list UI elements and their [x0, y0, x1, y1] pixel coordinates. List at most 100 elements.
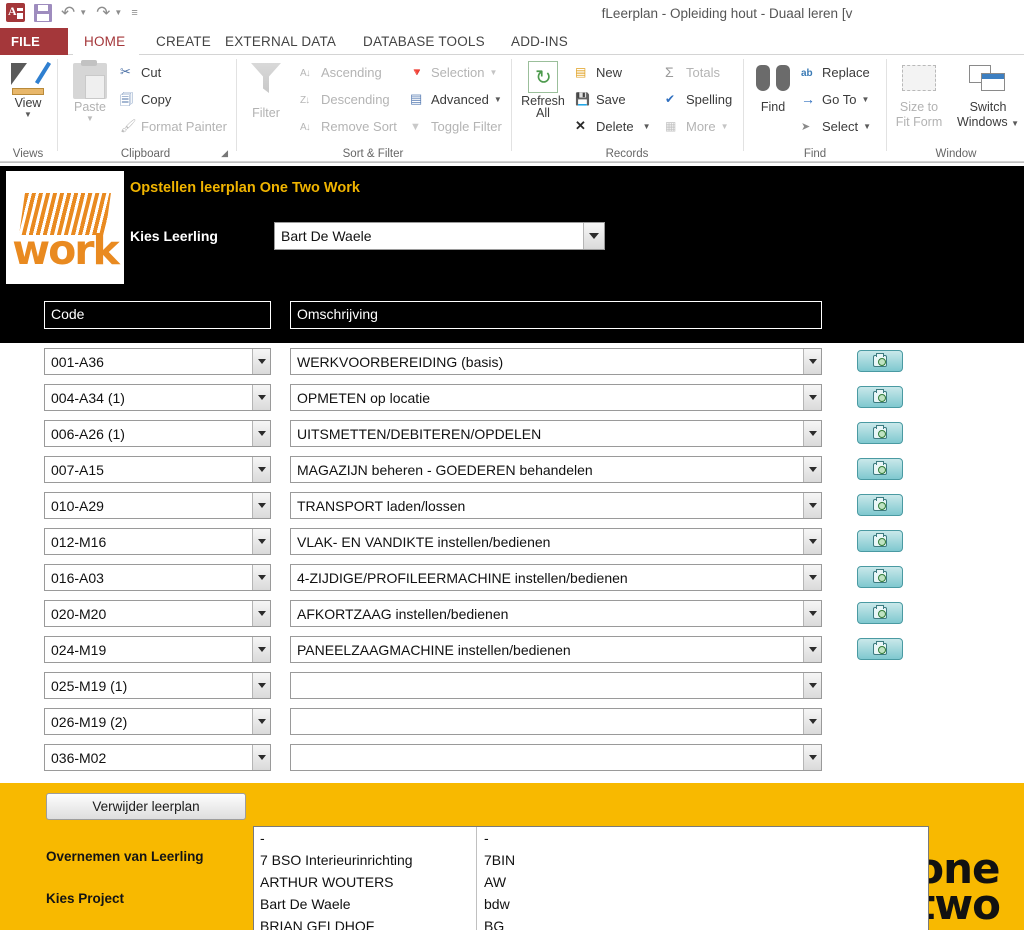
row-code-combobox[interactable]: 010-A29 [44, 492, 271, 519]
dropdown-list-item[interactable]: -- [254, 827, 928, 849]
row-photo-button[interactable] [857, 458, 903, 480]
row-code-combobox[interactable]: 007-A15 [44, 456, 271, 483]
chevron-down-icon[interactable]: ▼ [721, 122, 729, 131]
row-photo-button[interactable] [857, 602, 903, 624]
redo-dropdown-icon[interactable]: ▼ [114, 8, 122, 17]
descending-button[interactable]: Descending [300, 91, 390, 107]
chevron-down-icon[interactable] [803, 601, 821, 626]
row-code-combobox[interactable]: 025-M19 (1) [44, 672, 271, 699]
verwijder-leerplan-button[interactable]: Verwijder leerplan [46, 793, 246, 820]
row-code-combobox[interactable]: 001-A36 [44, 348, 271, 375]
tab-create[interactable]: CREATE [145, 28, 222, 55]
row-code-combobox[interactable]: 016-A03 [44, 564, 271, 591]
filter-button[interactable]: Filter [238, 59, 294, 120]
chevron-down-icon[interactable]: ▼ [861, 95, 869, 104]
advanced-button[interactable]: Advanced ▼ [410, 91, 502, 107]
chevron-down-icon[interactable] [803, 745, 821, 770]
row-omschrijving-combobox[interactable] [290, 672, 822, 699]
cut-button[interactable]: Cut [120, 64, 161, 80]
row-photo-button[interactable] [857, 566, 903, 588]
selection-button[interactable]: Selection ▼ [410, 64, 497, 80]
paste-button[interactable]: Paste ▼ [62, 59, 118, 123]
chevron-down-icon[interactable] [803, 709, 821, 734]
spelling-button[interactable]: Spelling [665, 91, 732, 107]
chevron-down-icon[interactable] [252, 349, 270, 374]
chevron-down-icon[interactable] [803, 385, 821, 410]
select-button[interactable]: Select ▼ [801, 118, 871, 134]
leerling-dropdown-list[interactable]: --7 BSO Interieurinrichting 7BIN ARTHUR WO… [253, 826, 929, 930]
row-code-combobox[interactable]: 006-A26 (1) [44, 420, 271, 447]
customize-toolbar-icon[interactable]: ≡ [131, 7, 137, 19]
chevron-down-icon[interactable] [803, 457, 821, 482]
row-photo-button[interactable] [857, 494, 903, 516]
chevron-down-icon[interactable] [252, 709, 270, 734]
undo-icon[interactable]: ↶ [61, 4, 75, 21]
format-painter-button[interactable]: Format Painter [120, 118, 227, 134]
row-photo-button[interactable] [857, 422, 903, 444]
row-code-combobox[interactable]: 036-M02 [44, 744, 271, 771]
clipboard-dialog-launcher-icon[interactable]: ◢ [221, 148, 228, 159]
chevron-down-icon[interactable]: ▼ [643, 122, 651, 131]
chevron-down-icon[interactable]: ▼ [0, 110, 56, 119]
copy-button[interactable]: Copy [120, 91, 171, 107]
chevron-down-icon[interactable] [803, 421, 821, 446]
row-omschrijving-combobox[interactable] [290, 744, 822, 771]
chevron-down-icon[interactable] [252, 457, 270, 482]
find-button[interactable]: Find [745, 59, 801, 114]
tab-home[interactable]: HOME [73, 28, 139, 55]
chevron-down-icon[interactable]: ▼ [494, 95, 502, 104]
chevron-down-icon[interactable] [252, 637, 270, 662]
row-code-combobox[interactable]: 004-A34 (1) [44, 384, 271, 411]
remove-sort-button[interactable]: Remove Sort [300, 118, 397, 134]
row-omschrijving-combobox[interactable]: 4-ZIJDIGE/PROFILEERMACHINE instellen/bed… [290, 564, 822, 591]
chevron-down-icon[interactable] [252, 565, 270, 590]
save-record-button[interactable]: Save [575, 91, 626, 107]
chevron-down-icon[interactable] [252, 421, 270, 446]
row-omschrijving-combobox[interactable] [290, 708, 822, 735]
kies-leerling-combobox[interactable]: Bart De Waele [274, 222, 605, 250]
chevron-down-icon[interactable] [803, 565, 821, 590]
more-button[interactable]: More ▼ [665, 118, 729, 134]
row-omschrijving-combobox[interactable]: MAGAZIJN beheren - GOEDEREN behandelen [290, 456, 822, 483]
view-button[interactable]: View ▼ [0, 59, 56, 119]
row-omschrijving-combobox[interactable]: AFKORTZAAG instellen/bedienen [290, 600, 822, 627]
row-omschrijving-combobox[interactable]: TRANSPORT laden/lossen [290, 492, 822, 519]
tab-database-tools[interactable]: DATABASE TOOLS [352, 28, 496, 55]
chevron-down-icon[interactable] [252, 601, 270, 626]
chevron-down-icon[interactable]: ▼ [489, 68, 497, 77]
dropdown-list-item[interactable]: Bart De Waele bdw [254, 893, 928, 915]
row-code-combobox[interactable]: 020-M20 [44, 600, 271, 627]
refresh-all-button[interactable]: Refresh All [515, 59, 571, 120]
row-omschrijving-combobox[interactable]: UITSMETTEN/DEBITEREN/OPDELEN [290, 420, 822, 447]
ascending-button[interactable]: Ascending [300, 64, 382, 80]
chevron-down-icon[interactable] [252, 673, 270, 698]
save-icon[interactable] [34, 3, 52, 22]
chevron-down-icon[interactable]: ▼ [62, 114, 118, 123]
delete-record-button[interactable]: Delete ▼ [575, 118, 651, 134]
chevron-down-icon[interactable] [252, 385, 270, 410]
dropdown-list-item[interactable]: BRIAN GELDHOF BG [254, 915, 928, 930]
goto-button[interactable]: Go To ▼ [801, 91, 869, 107]
row-photo-button[interactable] [857, 530, 903, 552]
row-photo-button[interactable] [857, 638, 903, 660]
chevron-down-icon[interactable]: ▼ [1011, 119, 1019, 128]
chevron-down-icon[interactable] [803, 349, 821, 374]
row-photo-button[interactable] [857, 386, 903, 408]
redo-icon[interactable]: ↷ [96, 4, 110, 21]
size-to-fit-form-button[interactable]: Size to Fit Form [888, 59, 950, 129]
row-code-combobox[interactable]: 012-M16 [44, 528, 271, 555]
row-code-combobox[interactable]: 026-M19 (2) [44, 708, 271, 735]
new-record-button[interactable]: New [575, 64, 622, 80]
row-omschrijving-combobox[interactable]: OPMETEN op locatie [290, 384, 822, 411]
chevron-down-icon[interactable] [803, 529, 821, 554]
tab-add-ins[interactable]: ADD-INS [500, 28, 579, 55]
replace-button[interactable]: Replace [801, 64, 870, 80]
toggle-filter-button[interactable]: Toggle Filter [410, 118, 502, 134]
chevron-down-icon[interactable] [583, 223, 604, 249]
chevron-down-icon[interactable] [803, 673, 821, 698]
row-photo-button[interactable] [857, 350, 903, 372]
switch-windows-button[interactable]: Switch Windows ▼ [954, 59, 1022, 130]
chevron-down-icon[interactable] [252, 529, 270, 554]
row-omschrijving-combobox[interactable]: VLAK- EN VANDIKTE instellen/bedienen [290, 528, 822, 555]
undo-dropdown-icon[interactable]: ▼ [79, 8, 87, 17]
